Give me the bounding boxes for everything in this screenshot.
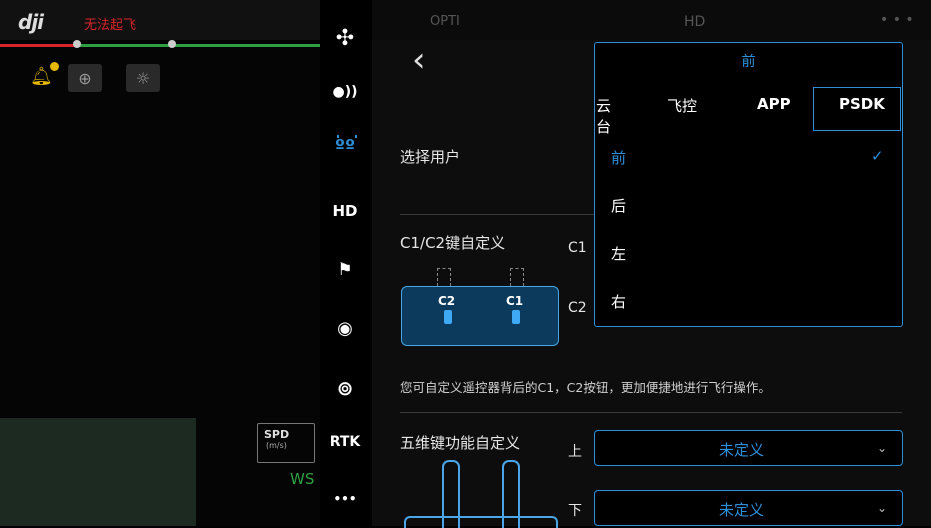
tab-gimbal[interactable]: 云台 [589,95,611,137]
camera-icon[interactable]: ◉ [320,318,370,339]
top-status-header: OPTI HD • • • [372,0,931,40]
select-user-label: 选择用户 [400,148,461,166]
signal-marker [73,40,81,48]
flight-status-warning: 无法起飞 [84,18,137,33]
remote-antenna [337,135,357,138]
light-bulb-icon[interactable]: ☼ [126,64,160,92]
down-key-select[interactable]: 未定义 ⌄ [594,490,903,526]
down-key-value: 未定义 [719,501,765,519]
settings-sidebar: ✣ ●)) ºº HD ⚑ ◉ ⊚ RTK ••• [320,0,370,526]
dropdown-title: 前 [741,54,756,70]
check-icon: ✓ [871,147,884,165]
tab-app[interactable]: APP [757,95,791,113]
gimbal-icon[interactable]: ⊚ [320,376,370,400]
c2-button [444,310,452,324]
divider [400,412,902,413]
tab-psdk[interactable]: PSDK [839,95,885,113]
speed-label: SPD [264,428,290,441]
remote-controller-illustration [401,286,559,346]
notification-badge [50,62,59,71]
c1c2-custom-label: C1/C2键自定义 [400,234,506,252]
status-bar [0,0,320,40]
fiveway-custom-label: 五维键功能自定义 [400,434,521,452]
more-menu[interactable]: • • • [880,12,914,28]
rc-c1-label: C1 [506,294,524,308]
option-right[interactable]: 右 [611,291,626,312]
c1-button [512,310,520,324]
tab-flight-control[interactable]: 飞控 [667,95,697,116]
dji-logo: dji [18,10,44,34]
rc-body-illustration [404,516,558,528]
chevron-down-icon: ⌄ [877,441,888,455]
hd-icon[interactable]: HD [320,202,370,220]
rc-c2-label: C2 [438,294,456,308]
up-key-select[interactable]: 未定义 ⌄ [594,430,903,466]
aircraft-icon[interactable]: ✣ [320,26,370,51]
hd-signal: HD [684,14,706,30]
rtk-icon[interactable]: RTK [320,434,370,450]
back-chevron-icon[interactable]: ‹ [412,40,426,80]
option-left[interactable]: 左 [611,243,626,264]
compass-icon[interactable]: ⊕ [68,64,102,92]
c1c2-description: 您可自定义遥控器背后的C1，C2按钮，更加便捷地进行飞行操作。 [400,380,771,395]
speed-unit: (m/s) [266,441,287,450]
option-front[interactable]: 前 [611,147,626,168]
wind-speed-label: WS [290,470,315,488]
up-key-value: 未定义 [719,441,765,459]
option-back[interactable]: 后 [611,195,626,216]
c2-key-label: C2 [568,300,587,316]
down-key-label: 下 [568,503,582,519]
signal-icon[interactable]: ●)) [320,84,370,100]
c1-key-label: C1 [568,240,587,256]
user-select-dropdown[interactable]: 前 云台 飞控 APP PSDK 前 ✓ 后 左 右 [594,42,903,327]
bell-icon[interactable]: 🔔︎ [30,66,53,87]
signal-bar-red [0,44,75,47]
chevron-down-icon: ⌄ [877,501,888,515]
battery-icon[interactable]: ⚑ [320,260,370,280]
divider [400,214,595,215]
signal-bar-green [75,44,320,47]
signal-marker [168,40,176,48]
map-panel[interactable] [0,418,196,526]
up-key-label: 上 [568,444,582,460]
more-icon[interactable]: ••• [320,492,370,506]
remote-controller-icon[interactable]: ºº [320,136,370,157]
flight-mode: OPTI [430,14,460,29]
